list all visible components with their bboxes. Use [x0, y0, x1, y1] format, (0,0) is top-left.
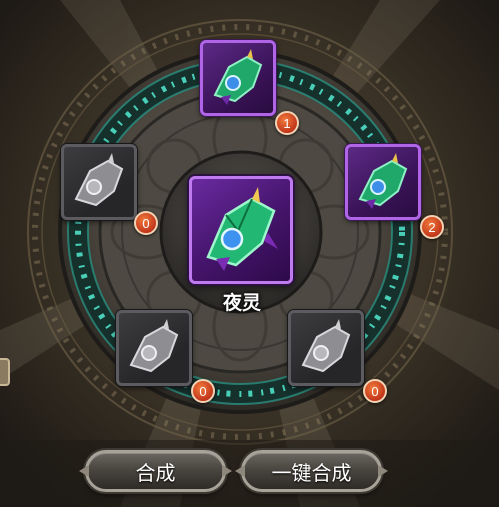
material-slot-left[interactable]: 0	[61, 144, 158, 235]
gray-horned-gem-icon	[74, 153, 124, 207]
left-edge-tab[interactable]	[0, 358, 10, 386]
material-slot-top[interactable]: 1	[200, 40, 299, 135]
gray-horned-gem-icon	[129, 319, 179, 373]
count-badge: 2	[420, 215, 444, 239]
count-badge: 0	[134, 211, 158, 235]
green-horned-gem-icon	[206, 187, 278, 271]
gray-horned-gem-icon	[301, 319, 351, 373]
count-badge: 1	[275, 111, 299, 135]
count-badge: 0	[363, 379, 387, 403]
synthesize-button[interactable]: 合成	[85, 450, 226, 492]
one-click-synthesize-button[interactable]: 一键合成	[241, 450, 382, 492]
green-horned-gem-icon	[213, 49, 263, 105]
material-slot-bottom-right[interactable]: 0	[288, 310, 387, 403]
material-slot-right[interactable]: 2	[345, 144, 444, 239]
green-horned-gem-icon	[358, 153, 408, 209]
result-item-name: 夜灵	[222, 292, 261, 314]
result-item-slot[interactable]	[189, 176, 293, 284]
material-slot-bottom-left[interactable]: 0	[116, 310, 215, 403]
count-badge: 0	[191, 379, 215, 403]
